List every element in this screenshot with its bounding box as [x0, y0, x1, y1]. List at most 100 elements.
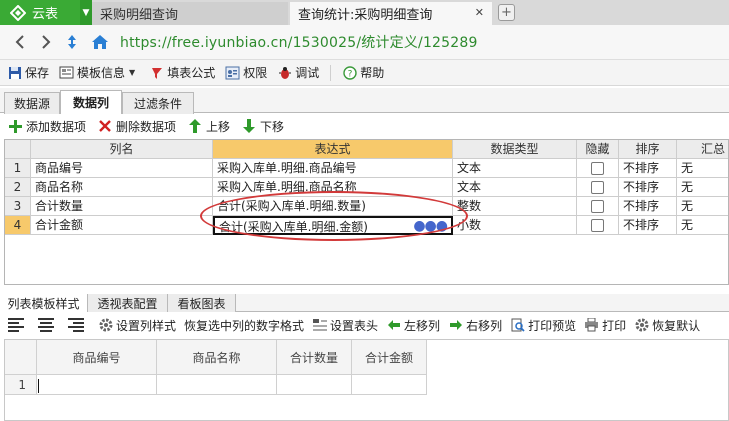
- url-input[interactable]: https://free.iyunbiao.cn/1530025/统计定义/12…: [120, 32, 478, 52]
- toolbar-divider: [330, 64, 332, 81]
- formula-icon: [149, 65, 164, 80]
- permission-button[interactable]: 权限: [222, 62, 270, 84]
- move-up-button[interactable]: 上移: [188, 118, 230, 135]
- back-icon[interactable]: [8, 30, 32, 54]
- cell-sort[interactable]: 不排序: [619, 159, 677, 178]
- bottom-tabs: 列表模板样式 透视表配置 看板图表: [0, 294, 729, 312]
- address-bar: https://free.iyunbiao.cn/1530025/统计定义/12…: [0, 25, 729, 60]
- help-button[interactable]: ? 帮助: [339, 62, 387, 84]
- debug-button[interactable]: 调试: [274, 62, 322, 84]
- cell-summary[interactable]: 无: [677, 197, 728, 216]
- cell-sort[interactable]: 不排序: [619, 197, 677, 216]
- set-column-style-button[interactable]: 设置列样式: [98, 317, 176, 334]
- printer-icon: [584, 318, 599, 333]
- template-icon: [59, 65, 74, 80]
- cell-expression[interactable]: 合计(采购入库单.明细.数量): [213, 197, 453, 216]
- cell-sort[interactable]: 不排序: [619, 178, 677, 197]
- cell-sort[interactable]: 不排序: [619, 216, 677, 235]
- app-dropdown-icon[interactable]: ▼: [80, 0, 92, 25]
- gear-icon: [634, 318, 649, 333]
- chevron-down-icon: ▼: [129, 68, 136, 77]
- browser-tabstrip: 云表 ▼ 采购明细查询 查询统计:采购明细查询 ✕ +: [0, 0, 729, 25]
- help-icon: ?: [342, 65, 357, 80]
- move-column-left-button[interactable]: 左移列: [386, 317, 440, 334]
- save-icon: [7, 65, 22, 80]
- gear-icon: [98, 318, 113, 333]
- expression-editor-input[interactable]: 合计(采购入库单.明细.金额) ●●●: [213, 216, 453, 235]
- home-icon[interactable]: [88, 30, 112, 54]
- header-summary[interactable]: 汇总: [677, 140, 728, 159]
- svg-text:?: ?: [347, 69, 352, 79]
- header-expression[interactable]: 表达式: [213, 140, 453, 159]
- browser-tab-query-stats[interactable]: 查询统计:采购明细查询 ✕: [290, 2, 492, 25]
- header-sort[interactable]: 排序: [619, 140, 677, 159]
- header-icon: [312, 318, 327, 333]
- new-tab-icon[interactable]: +: [498, 4, 515, 21]
- tab-data-columns[interactable]: 数据列: [60, 90, 122, 114]
- app-toolbar: 保存 模板信息 ▼ 填表公式 权限 调试 ? 帮助: [0, 60, 729, 86]
- tab-data-source[interactable]: 数据源: [4, 92, 60, 114]
- delete-x-icon: [98, 119, 112, 133]
- tab-dashboard-chart[interactable]: 看板图表: [168, 294, 236, 312]
- restore-default-button[interactable]: 恢复默认: [634, 317, 700, 334]
- cell-column-name[interactable]: 合计数量: [31, 197, 213, 216]
- forward-icon[interactable]: [34, 30, 58, 54]
- cell-summary[interactable]: 无: [677, 178, 728, 197]
- hidden-checkbox[interactable]: [591, 219, 604, 232]
- cell-expression[interactable]: 采购入库单.明细.商品名称: [213, 178, 453, 197]
- preview-header-cell[interactable]: 合计金额: [352, 340, 427, 375]
- print-preview-button[interactable]: 打印预览: [510, 317, 576, 334]
- reload-icon[interactable]: [60, 30, 84, 54]
- preview-header-cell[interactable]: 商品名称: [157, 340, 277, 375]
- header-column-name[interactable]: 列名: [31, 140, 213, 159]
- tab-list-template-style[interactable]: 列表模板样式: [0, 294, 88, 312]
- preview-data-cell[interactable]: [37, 375, 157, 395]
- cell-summary[interactable]: 无: [677, 216, 728, 235]
- cell-summary[interactable]: 无: [677, 159, 728, 178]
- tab-pivot-config[interactable]: 透视表配置: [88, 294, 168, 312]
- align-right-icon[interactable]: [68, 318, 84, 332]
- cell-column-name[interactable]: 合计金额: [31, 216, 213, 235]
- cell-data-type[interactable]: 文本: [453, 159, 577, 178]
- hidden-checkbox[interactable]: [591, 181, 604, 194]
- close-icon[interactable]: ✕: [475, 6, 484, 19]
- cell-column-name[interactable]: 商品名称: [31, 178, 213, 197]
- browser-tab-purchase-query[interactable]: 采购明细查询: [92, 2, 288, 25]
- cell-hidden: [577, 197, 619, 216]
- cell-expression[interactable]: 采购入库单.明细.商品编号: [213, 159, 453, 178]
- preview-data-cell[interactable]: [157, 375, 277, 395]
- app-menu-button[interactable]: 云表: [0, 0, 80, 25]
- print-preview-icon: [510, 318, 525, 333]
- preview-header-cell[interactable]: 合计数量: [277, 340, 352, 375]
- header-hidden[interactable]: 隐藏: [577, 140, 619, 159]
- hidden-checkbox[interactable]: [591, 162, 604, 175]
- ellipsis-icon[interactable]: ●●●: [413, 218, 448, 233]
- arrow-down-icon: [242, 119, 256, 133]
- grid-corner: [5, 140, 31, 159]
- restore-number-format-button[interactable]: 恢复选中列的数字格式: [184, 317, 304, 334]
- editor-tabs: 数据源 数据列 过滤条件: [0, 88, 729, 114]
- align-center-icon[interactable]: [38, 318, 54, 332]
- move-column-right-button[interactable]: 右移列: [448, 317, 502, 334]
- template-info-button[interactable]: 模板信息 ▼: [56, 62, 138, 84]
- header-data-type[interactable]: 数据类型: [453, 140, 577, 159]
- set-header-button[interactable]: 设置表头: [312, 317, 378, 334]
- move-down-button[interactable]: 下移: [242, 118, 284, 135]
- print-button[interactable]: 打印: [584, 317, 626, 334]
- add-item-button[interactable]: 添加数据项: [8, 118, 86, 135]
- preview-header-cell[interactable]: 商品编号: [37, 340, 157, 375]
- tab-filter-conditions[interactable]: 过滤条件: [122, 92, 194, 114]
- hidden-checkbox[interactable]: [591, 200, 604, 213]
- preview-data-cell[interactable]: [277, 375, 352, 395]
- delete-item-button[interactable]: 删除数据项: [98, 118, 176, 135]
- cell-column-name[interactable]: 商品编号: [31, 159, 213, 178]
- permission-icon: [225, 65, 240, 80]
- plus-icon: [8, 119, 22, 133]
- fill-formula-button[interactable]: 填表公式: [146, 62, 218, 84]
- cell-data-type[interactable]: 文本: [453, 178, 577, 197]
- preview-data-cell[interactable]: [352, 375, 427, 395]
- save-button[interactable]: 保存: [4, 62, 52, 84]
- cell-data-type[interactable]: 整数: [453, 197, 577, 216]
- cell-data-type[interactable]: 小数: [453, 216, 577, 235]
- align-left-icon[interactable]: [8, 318, 24, 332]
